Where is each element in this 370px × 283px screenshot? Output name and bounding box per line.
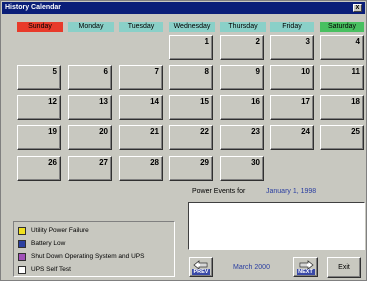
day-cell-28[interactable]: 28 <box>119 156 163 181</box>
weekday-header-sunday: Sunday <box>17 22 63 32</box>
day-number: 10 <box>301 67 310 76</box>
day-cell-23[interactable]: 23 <box>220 125 264 150</box>
day-number: 16 <box>251 97 260 106</box>
day-number: 23 <box>251 127 260 136</box>
day-number: 19 <box>48 127 57 136</box>
day-cell-22[interactable]: 22 <box>169 125 213 150</box>
day-cell-21[interactable]: 21 <box>119 125 163 150</box>
day-number: 2 <box>255 37 260 46</box>
power-events-list[interactable] <box>188 202 365 250</box>
legend-swatch <box>18 266 26 274</box>
day-number: 26 <box>48 158 57 167</box>
day-cell-26[interactable]: 26 <box>17 156 61 181</box>
day-cell-12[interactable]: 12 <box>17 95 61 120</box>
next-button[interactable]: NEXT <box>293 257 318 277</box>
day-number: 30 <box>251 158 260 167</box>
day-cell-13[interactable]: 13 <box>68 95 112 120</box>
day-number: 9 <box>255 67 260 76</box>
day-cell-14[interactable]: 14 <box>119 95 163 120</box>
day-number: 24 <box>301 127 310 136</box>
day-cell-11[interactable]: 11 <box>320 65 364 90</box>
day-cell-30[interactable]: 30 <box>220 156 264 181</box>
day-number: 22 <box>200 127 209 136</box>
day-cell-29[interactable]: 29 <box>169 156 213 181</box>
day-number: 18 <box>351 97 360 106</box>
legend-swatch <box>18 240 26 248</box>
window-title: History Calendar <box>5 4 62 11</box>
day-cell-2[interactable]: 2 <box>220 35 264 60</box>
day-cell-1[interactable]: 1 <box>169 35 213 60</box>
day-number: 13 <box>99 97 108 106</box>
day-number: 28 <box>150 158 159 167</box>
day-cell-10[interactable]: 10 <box>270 65 314 90</box>
exit-label: Exit <box>338 264 350 271</box>
weekday-header-tuesday: Tuesday <box>119 22 163 32</box>
day-cell-5[interactable]: 5 <box>17 65 61 90</box>
day-cell-9[interactable]: 9 <box>220 65 264 90</box>
prev-label: PREV <box>192 269 210 275</box>
event-legend: Utility Power Failure Battery Low Shut D… <box>13 221 175 277</box>
day-cell-18[interactable]: 18 <box>320 95 364 120</box>
day-cell-19[interactable]: 19 <box>17 125 61 150</box>
day-number: 7 <box>154 67 159 76</box>
day-cell-8[interactable]: 8 <box>169 65 213 90</box>
day-number: 25 <box>351 127 360 136</box>
day-cell-3[interactable]: 3 <box>270 35 314 60</box>
power-events-label: Power Events for <box>192 188 246 195</box>
day-number: 20 <box>99 127 108 136</box>
current-month: March 2000 <box>233 264 270 271</box>
legend-label: Battery Low <box>31 240 66 247</box>
weekday-header-friday: Friday <box>270 22 314 32</box>
weekday-header-monday: Monday <box>68 22 114 32</box>
history-calendar-window: History Calendar x Sunday Monday Tuesday We… <box>0 0 367 281</box>
day-number: 4 <box>355 37 360 46</box>
day-number: 17 <box>301 97 310 106</box>
weekday-header-thursday: Thursday <box>220 22 266 32</box>
title-bar: History Calendar x <box>2 2 365 14</box>
day-number: 27 <box>99 158 108 167</box>
day-number: 11 <box>351 67 360 76</box>
day-number: 3 <box>305 37 310 46</box>
day-number: 12 <box>48 97 57 106</box>
prev-button[interactable]: PREV <box>189 257 213 277</box>
legend-swatch <box>18 253 26 261</box>
day-cell-24[interactable]: 24 <box>270 125 314 150</box>
legend-label: UPS Self Test <box>31 266 71 273</box>
day-cell-4[interactable]: 4 <box>320 35 364 60</box>
weekday-header-saturday: Saturday <box>320 22 364 32</box>
legend-label: Utility Power Failure <box>31 227 89 234</box>
day-number: 1 <box>204 37 209 46</box>
day-cell-15[interactable]: 15 <box>169 95 213 120</box>
day-cell-20[interactable]: 20 <box>68 125 112 150</box>
day-number: 29 <box>200 158 209 167</box>
day-number: 6 <box>103 67 108 76</box>
day-cell-16[interactable]: 16 <box>220 95 264 120</box>
day-cell-6[interactable]: 6 <box>68 65 112 90</box>
legend-swatch <box>18 227 26 235</box>
next-label: NEXT <box>296 269 315 275</box>
exit-button[interactable]: Exit <box>327 257 361 278</box>
day-number: 21 <box>150 127 159 136</box>
day-number: 15 <box>200 97 209 106</box>
day-cell-27[interactable]: 27 <box>68 156 112 181</box>
day-number: 14 <box>150 97 159 106</box>
day-cell-17[interactable]: 17 <box>270 95 314 120</box>
power-events-date: January 1, 1998 <box>266 188 317 195</box>
close-icon[interactable]: x <box>353 4 362 12</box>
day-number: 8 <box>204 67 209 76</box>
weekday-header-wednesday: Wednesday <box>169 22 215 32</box>
legend-label: Shut Down Operating System and UPS <box>31 253 145 260</box>
day-cell-7[interactable]: 7 <box>119 65 163 90</box>
day-cell-25[interactable]: 25 <box>320 125 364 150</box>
day-number: 5 <box>52 67 57 76</box>
